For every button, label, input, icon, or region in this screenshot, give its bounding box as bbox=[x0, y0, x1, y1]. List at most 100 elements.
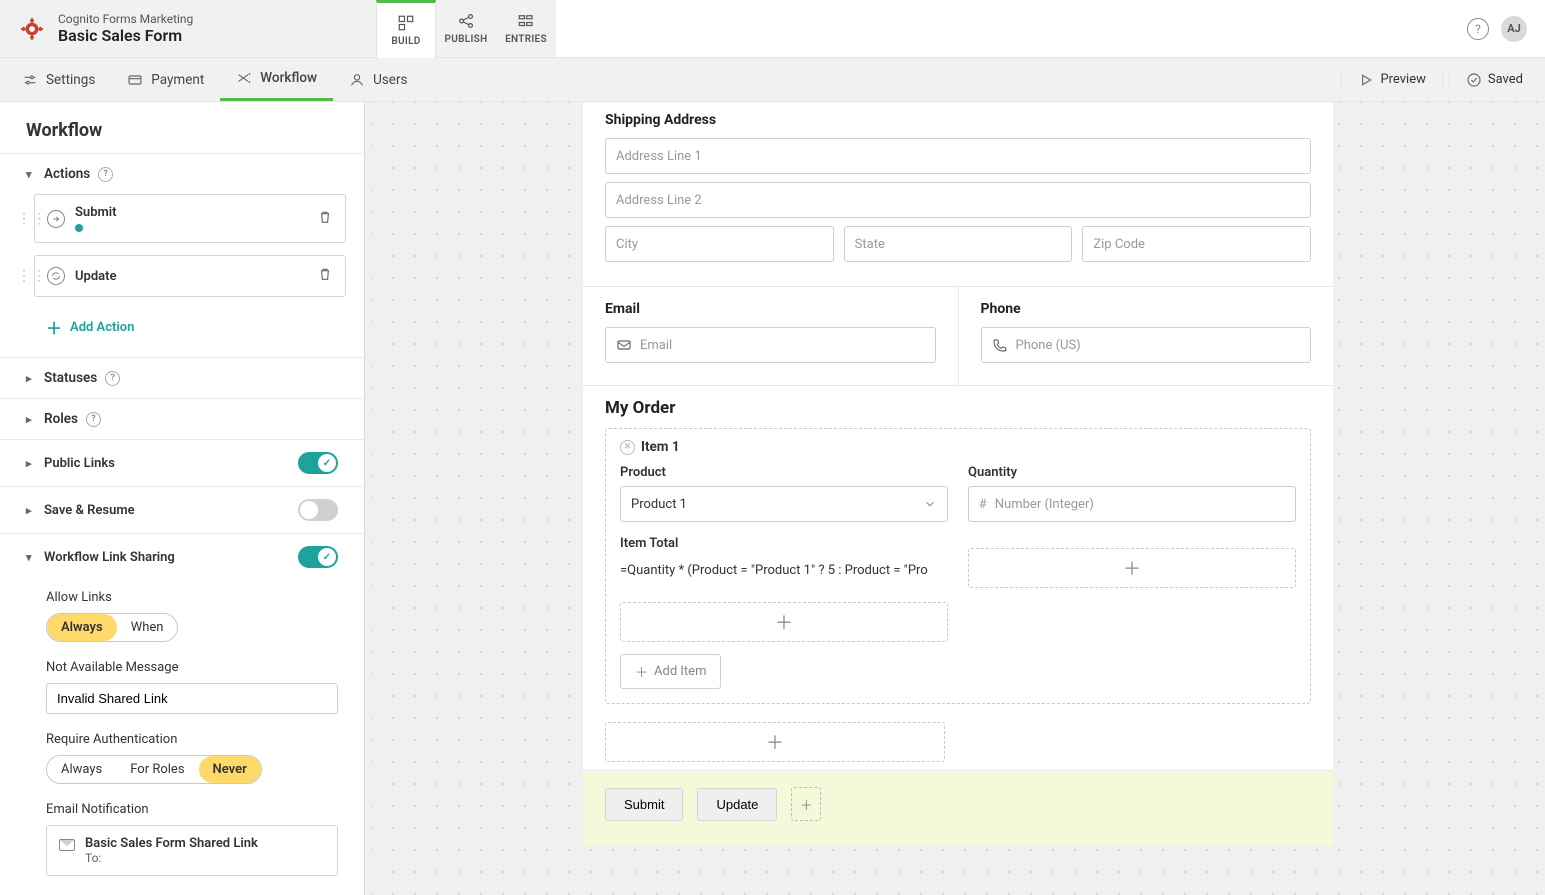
subnav-payment[interactable]: Payment bbox=[111, 58, 220, 101]
require-auth-label: Require Authentication bbox=[46, 732, 338, 747]
saved-indicator: Saved bbox=[1449, 72, 1539, 88]
actions-label: Actions bbox=[44, 166, 90, 182]
subnav-users[interactable]: Users bbox=[333, 58, 423, 101]
add-field-placeholder[interactable]: ＋ bbox=[968, 548, 1296, 588]
save-resume-label: Save & Resume bbox=[44, 503, 135, 518]
allow-when[interactable]: When bbox=[117, 614, 178, 641]
tab-entries[interactable]: ENTRIES bbox=[496, 0, 556, 57]
state-field[interactable]: State bbox=[844, 226, 1073, 262]
drag-handle-icon[interactable]: ⋮⋮ bbox=[17, 211, 47, 227]
placeholder-text: Email bbox=[640, 338, 672, 353]
order-title: My Order bbox=[605, 398, 1311, 418]
shipping-title: Shipping Address bbox=[605, 112, 1311, 128]
app-logo bbox=[18, 15, 46, 43]
address-line-1-field[interactable]: Address Line 1 bbox=[605, 138, 1311, 174]
add-item-button[interactable]: ＋ Add Item bbox=[620, 654, 721, 689]
section-statuses[interactable]: ▸ Statuses ? bbox=[0, 358, 364, 398]
workflow-sidebar: Workflow ▾ Actions ? ⋮⋮ Submit bbox=[0, 102, 365, 895]
auth-for-roles[interactable]: For Roles bbox=[116, 756, 198, 783]
public-links-toggle[interactable] bbox=[298, 452, 338, 474]
auth-never[interactable]: Never bbox=[199, 756, 261, 783]
add-field-placeholder[interactable]: ＋ bbox=[620, 602, 948, 642]
drag-handle-icon[interactable]: ⋮⋮ bbox=[17, 268, 47, 284]
form-actions-bar: Submit Update ＋ bbox=[583, 770, 1333, 845]
workflow-icon bbox=[236, 70, 252, 86]
tab-publish-label: PUBLISH bbox=[445, 34, 488, 45]
form-canvas[interactable]: Shipping Address Address Line 1 Address … bbox=[365, 102, 1545, 895]
user-avatar[interactable]: AJ bbox=[1501, 16, 1527, 42]
saved-label: Saved bbox=[1488, 72, 1523, 87]
zip-field[interactable]: Zip Code bbox=[1082, 226, 1311, 262]
tab-build-label: BUILD bbox=[391, 36, 420, 47]
chevron-down-icon: ▾ bbox=[26, 551, 36, 564]
city-field[interactable]: City bbox=[605, 226, 834, 262]
quantity-field[interactable]: # Number (Integer) bbox=[968, 486, 1296, 522]
subnav-settings-label: Settings bbox=[46, 72, 95, 88]
not-available-label: Not Available Message bbox=[46, 660, 338, 675]
quantity-label: Quantity bbox=[968, 465, 1296, 480]
section-roles[interactable]: ▸ Roles ? bbox=[0, 399, 364, 439]
not-available-input[interactable] bbox=[46, 683, 338, 714]
entries-icon bbox=[517, 12, 535, 30]
placeholder-text: Address Line 2 bbox=[616, 193, 702, 208]
sidebar-title: Workflow bbox=[0, 102, 364, 154]
brand-block: Cognito Forms Marketing Basic Sales Form bbox=[0, 0, 376, 57]
action-submit[interactable]: ⋮⋮ Submit bbox=[34, 194, 346, 243]
email-label: Email bbox=[605, 301, 936, 317]
add-action-button[interactable]: ＋ Add Action bbox=[34, 309, 346, 345]
play-icon bbox=[1358, 72, 1374, 88]
repeating-section[interactable]: ✕ Item 1 Product Product 1 Item Total bbox=[605, 428, 1311, 704]
hash-icon: # bbox=[979, 497, 987, 512]
email-notification-card[interactable]: Basic Sales Form Shared Link To: bbox=[46, 825, 338, 876]
plus-icon: ＋ bbox=[46, 315, 62, 339]
tab-publish[interactable]: PUBLISH bbox=[436, 0, 496, 57]
link-sharing-toggle[interactable] bbox=[298, 546, 338, 568]
product-select[interactable]: Product 1 bbox=[620, 486, 948, 522]
action-label: Update bbox=[75, 269, 317, 284]
mail-icon bbox=[59, 839, 75, 851]
chevron-down-icon bbox=[923, 497, 937, 511]
delete-icon[interactable] bbox=[317, 266, 333, 286]
delete-icon[interactable] bbox=[317, 209, 333, 229]
save-resume-toggle[interactable] bbox=[298, 499, 338, 521]
action-status-dot bbox=[75, 224, 83, 232]
add-action-label: Add Action bbox=[70, 320, 134, 335]
subnav-settings[interactable]: Settings bbox=[6, 58, 111, 101]
help-icon[interactable]: ? bbox=[86, 412, 101, 427]
remove-item-icon[interactable]: ✕ bbox=[620, 440, 635, 455]
allow-links-label: Allow Links bbox=[46, 590, 338, 605]
build-icon bbox=[397, 14, 415, 32]
mail-icon bbox=[616, 337, 632, 353]
section-save-resume[interactable]: ▸ Save & Resume bbox=[0, 487, 364, 533]
action-update[interactable]: ⋮⋮ Update bbox=[34, 255, 346, 297]
placeholder-text: City bbox=[616, 237, 638, 252]
tab-build[interactable]: BUILD bbox=[376, 0, 436, 58]
section-actions-head[interactable]: ▾ Actions ? bbox=[0, 154, 364, 194]
auth-always[interactable]: Always bbox=[47, 756, 116, 783]
add-field-placeholder[interactable]: ＋ bbox=[605, 722, 945, 762]
address-line-2-field[interactable]: Address Line 2 bbox=[605, 182, 1311, 218]
email-field[interactable]: Email bbox=[605, 327, 936, 363]
phone-field[interactable]: Phone (US) bbox=[981, 327, 1312, 363]
submit-button[interactable]: Submit bbox=[605, 788, 683, 821]
tab-entries-label: ENTRIES bbox=[505, 34, 547, 45]
allow-links-options: Always When bbox=[46, 613, 178, 642]
allow-always[interactable]: Always bbox=[47, 614, 117, 641]
preview-label: Preview bbox=[1380, 72, 1425, 87]
publish-icon bbox=[457, 12, 475, 30]
phone-icon bbox=[992, 337, 1008, 353]
action-type-icon bbox=[47, 210, 65, 228]
help-icon[interactable]: ? bbox=[105, 371, 120, 386]
preview-button[interactable]: Preview bbox=[1341, 72, 1442, 88]
chevron-right-icon: ▸ bbox=[26, 457, 36, 470]
subnav-workflow[interactable]: Workflow bbox=[220, 58, 333, 101]
form-title[interactable]: Basic Sales Form bbox=[58, 26, 193, 45]
add-action-placeholder[interactable]: ＋ bbox=[791, 787, 821, 821]
update-button[interactable]: Update bbox=[697, 788, 777, 821]
user-icon bbox=[349, 72, 365, 88]
section-public-links[interactable]: ▸ Public Links bbox=[0, 440, 364, 486]
help-button[interactable]: ? bbox=[1467, 18, 1489, 40]
help-icon[interactable]: ? bbox=[98, 167, 113, 182]
section-link-sharing[interactable]: ▾ Workflow Link Sharing bbox=[0, 534, 364, 580]
item-total-expression[interactable]: =Quantity * (Product = "Product 1" ? 5 :… bbox=[620, 557, 948, 584]
